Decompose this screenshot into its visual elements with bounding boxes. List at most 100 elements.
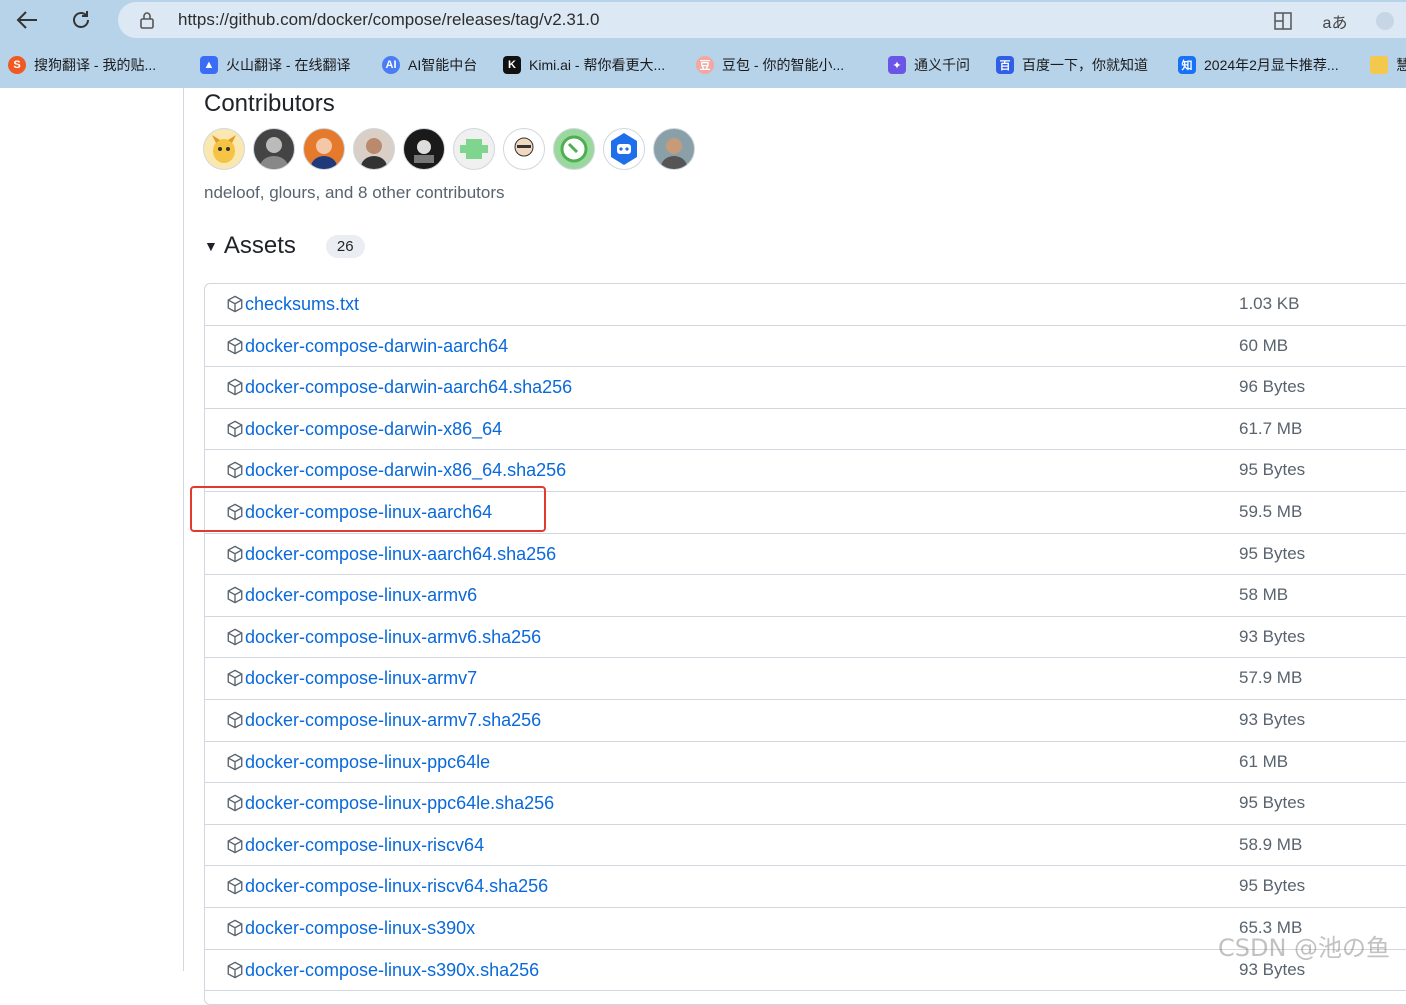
asset-link[interactable]: docker-compose-darwin-x86_64.sha256	[245, 460, 566, 481]
sogou-icon: S	[8, 56, 26, 74]
asset-row: docker-compose-linux-ppc64le 61 MB	[205, 742, 1406, 784]
avatar[interactable]	[303, 128, 345, 170]
package-icon	[227, 711, 243, 729]
bookmark-tongyi[interactable]: ✦ 通义千问	[888, 50, 970, 80]
split-screen-icon[interactable]	[1272, 10, 1294, 32]
package-icon	[227, 586, 243, 604]
translate-icon[interactable]: aあ	[1322, 10, 1348, 32]
zhihu-icon: 知	[1178, 56, 1196, 74]
assets-count-badge: 26	[325, 234, 365, 258]
asset-link[interactable]: docker-compose-linux-armv6	[245, 585, 477, 606]
asset-row: docker-compose-darwin-x86_64 61.7 MB	[205, 409, 1406, 451]
bookmark-label: 通义千问	[914, 57, 970, 73]
asset-link[interactable]: docker-compose-darwin-aarch64	[245, 336, 508, 357]
asset-link[interactable]: docker-compose-linux-armv7	[245, 668, 477, 689]
asset-link[interactable]: docker-compose-linux-ppc64le.sha256	[245, 793, 554, 814]
bookmark-doubao[interactable]: 豆 豆包 - 你的智能小...	[696, 50, 844, 80]
asset-row: checksums.txt 1.03 KB	[205, 284, 1406, 326]
package-icon	[227, 794, 243, 812]
avatar[interactable]	[503, 128, 545, 170]
folder-icon	[1370, 56, 1388, 74]
caret-down-icon[interactable]: ▼	[204, 238, 218, 254]
avatar[interactable]	[603, 128, 645, 170]
tongyi-icon: ✦	[888, 56, 906, 74]
back-button[interactable]	[12, 6, 42, 34]
asset-link[interactable]: docker-compose-linux-s390x.sha256	[245, 960, 539, 981]
bookmark-label: 慧	[1396, 57, 1406, 73]
bookmarks-bar: S 搜狗翻译 - 我的贴... ▲ 火山翻译 - 在线翻译 AI AI智能中台 …	[0, 50, 1406, 80]
asset-size: 93 Bytes	[1239, 710, 1306, 729]
asset-size: 96 Bytes	[1239, 377, 1306, 397]
package-icon	[227, 919, 243, 937]
avatar[interactable]	[553, 128, 595, 170]
asset-link[interactable]: docker-compose-linux-ppc64le	[245, 752, 490, 773]
asset-link[interactable]: docker-compose-linux-armv6.sha256	[245, 627, 541, 648]
package-icon	[227, 877, 243, 895]
bookmark-baidu[interactable]: 百 百度一下，你就知道	[996, 50, 1148, 80]
bookmark-label: 2024年2月显卡推荐...	[1204, 57, 1339, 73]
asset-size: 57.9 MB	[1239, 668, 1303, 688]
package-icon	[227, 337, 243, 355]
bookmark-label: 搜狗翻译 - 我的贴...	[34, 57, 157, 73]
bookmark-label: 百度一下，你就知道	[1022, 57, 1148, 73]
bookmark-ai[interactable]: AI AI智能中台	[382, 50, 477, 80]
asset-link[interactable]: docker-compose-darwin-x86_64	[245, 419, 502, 440]
avatar[interactable]	[253, 128, 295, 170]
bookmark-volcano[interactable]: ▲ 火山翻译 - 在线翻译	[200, 50, 350, 80]
assets-list: checksums.txt 1.03 KB docker-compose-darwi…	[204, 283, 1406, 1005]
kimi-icon: K	[503, 56, 521, 74]
doubao-icon: 豆	[696, 56, 714, 74]
contributors-summary: ndeloof, glours, and 8 other contributor…	[204, 183, 505, 202]
asset-link[interactable]: docker-compose-linux-aarch64.sha256	[245, 544, 556, 565]
asset-size: 95 Bytes	[1239, 460, 1306, 480]
bookmark-label: Kimi.ai - 帮你看更大...	[529, 57, 666, 73]
bookmark-sogou[interactable]: S 搜狗翻译 - 我的贴...	[8, 50, 156, 80]
bookmark-label: 火山翻译 - 在线翻译	[226, 57, 351, 73]
asset-row: docker-compose-linux-aarch64.sha256 95 By…	[205, 534, 1406, 576]
address-bar[interactable]: https://github.com/docker/compose/releas…	[118, 2, 1406, 38]
package-icon	[227, 628, 243, 646]
asset-link[interactable]: docker-compose-linux-s390x	[245, 918, 475, 939]
asset-size: 60 MB	[1239, 335, 1289, 355]
asset-row: docker-compose-linux-armv6 58 MB	[205, 575, 1406, 617]
bookmark-label: 豆包 - 你的智能小...	[722, 57, 845, 73]
refresh-button[interactable]	[66, 6, 96, 34]
highlight-box	[190, 486, 546, 532]
package-icon	[227, 753, 243, 771]
assets-title: Assets	[223, 232, 296, 259]
bookmark-kimi[interactable]: K Kimi.ai - 帮你看更大...	[503, 50, 665, 80]
profile-icon[interactable]	[1374, 10, 1396, 32]
url-text[interactable]: https://github.com/docker/compose/releas…	[178, 10, 599, 30]
asset-size: 58.9 MB	[1239, 834, 1303, 854]
bookmark-zhihu[interactable]: 知 2024年2月显卡推荐...	[1178, 50, 1339, 80]
asset-row: docker-compose-linux-ppc64le.sha256 95 By…	[205, 783, 1406, 825]
avatar[interactable]	[353, 128, 395, 170]
asset-size: 61.7 MB	[1239, 418, 1303, 438]
asset-link[interactable]: docker-compose-linux-armv7.sha256	[245, 710, 541, 731]
ai-icon: AI	[382, 56, 400, 74]
asset-size: 61 MB	[1239, 751, 1289, 771]
asset-link[interactable]: docker-compose-darwin-aarch64.sha256	[245, 377, 572, 398]
contributors-title: Contributors	[204, 90, 335, 117]
asset-link[interactable]: docker-compose-linux-riscv64.sha256	[245, 876, 548, 897]
bookmark-folder[interactable]: 慧	[1370, 50, 1406, 80]
avatar[interactable]	[203, 128, 245, 170]
package-icon	[227, 836, 243, 854]
asset-size: 1.03 KB	[1239, 294, 1300, 313]
lock-icon[interactable]	[138, 11, 156, 29]
asset-row: docker-compose-linux-riscv64.sha256 95 By…	[205, 866, 1406, 908]
package-icon	[227, 461, 243, 479]
asset-row: docker-compose-linux-riscv64 58.9 MB	[205, 825, 1406, 867]
package-icon	[227, 378, 243, 396]
assets-header[interactable]: ▼ Assets 26	[204, 231, 365, 261]
asset-size: 58 MB	[1239, 585, 1289, 605]
asset-row: docker-compose-darwin-aarch64 60 MB	[205, 326, 1406, 368]
package-icon	[227, 295, 243, 313]
package-icon	[227, 545, 243, 563]
asset-size: 95 Bytes	[1239, 793, 1306, 813]
avatar[interactable]	[653, 128, 695, 170]
avatar[interactable]	[453, 128, 495, 170]
asset-link[interactable]: docker-compose-linux-riscv64	[245, 835, 484, 856]
avatar[interactable]	[403, 128, 445, 170]
asset-link[interactable]: checksums.txt	[245, 294, 359, 315]
